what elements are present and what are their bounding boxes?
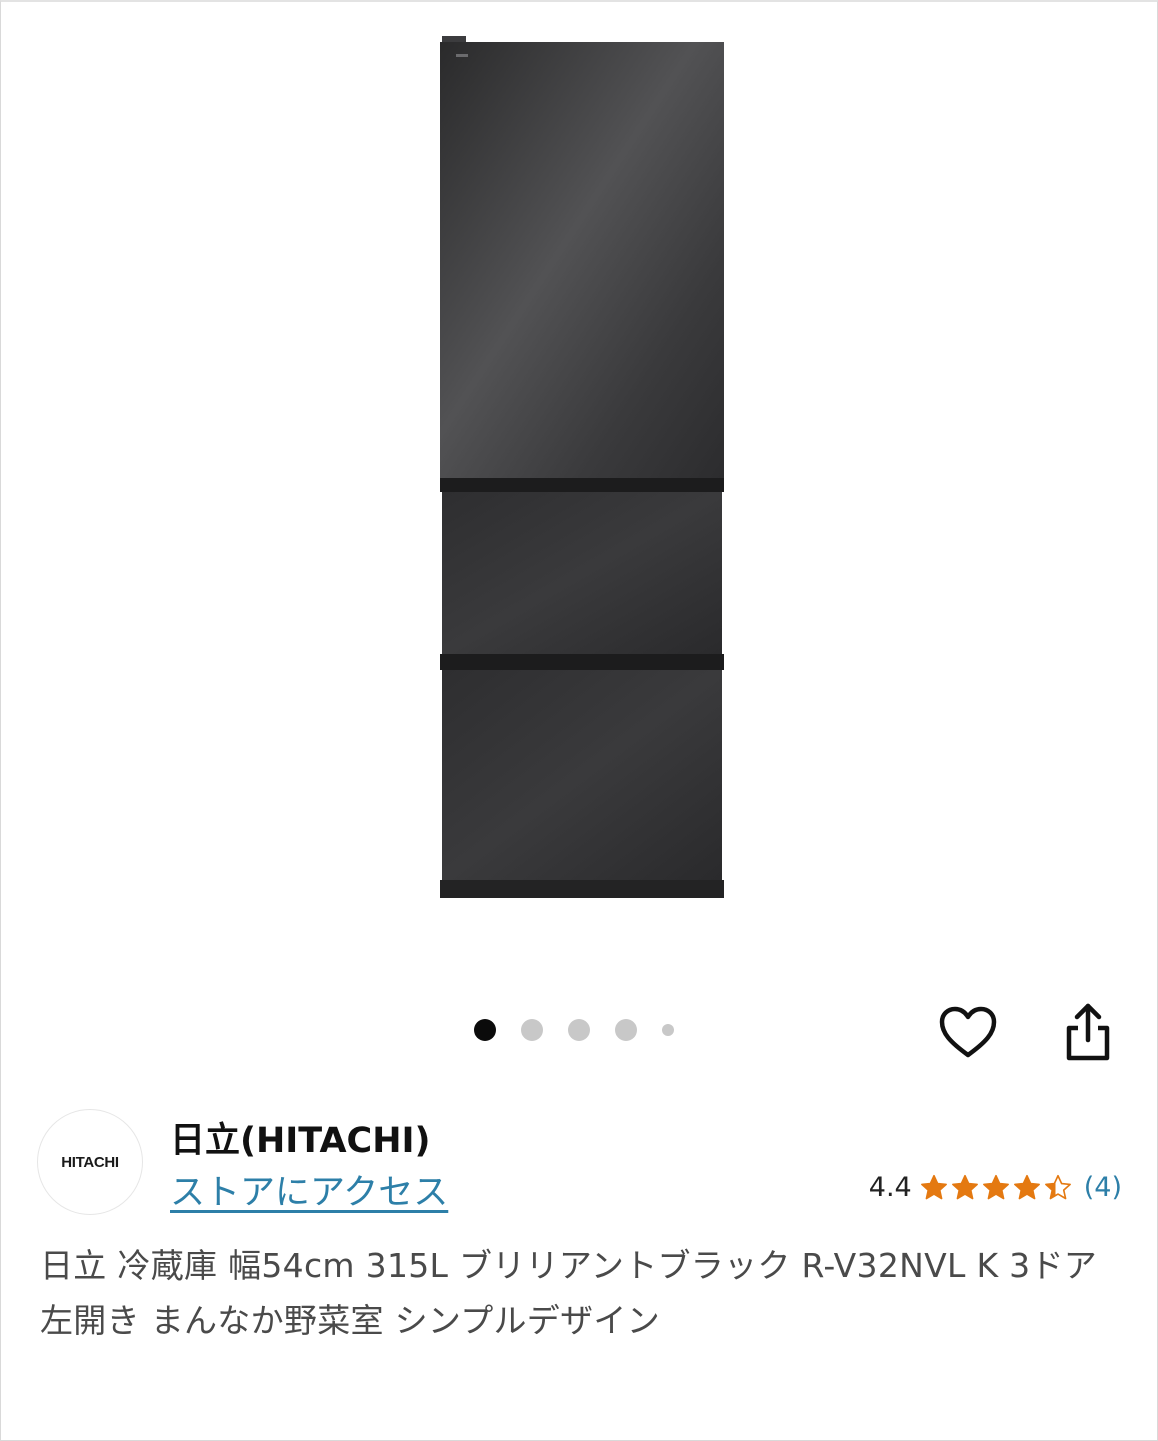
star-icon <box>1044 1174 1071 1199</box>
star-icon <box>920 1174 947 1199</box>
heart-icon <box>939 1006 997 1058</box>
rating[interactable]: 4.4 (4) <box>869 1172 1122 1203</box>
carousel-dot-2[interactable] <box>521 1019 543 1041</box>
rating-stars <box>920 1174 1072 1202</box>
share-button[interactable] <box>1053 998 1123 1068</box>
brand-name: 日立(HITACHI) <box>170 1121 431 1161</box>
store-link[interactable]: ストアにアクセス <box>170 1164 448 1215</box>
carousel-dot-3[interactable] <box>568 1019 590 1041</box>
carousel-dot-5[interactable] <box>662 1024 674 1036</box>
product-image <box>440 36 724 898</box>
carousel-dot-4[interactable] <box>615 1019 637 1041</box>
share-icon <box>1066 1003 1110 1061</box>
product-title: 日立 冷蔵庫 幅54cm 315L ブリリアントブラック R-V32NVL K … <box>40 1246 1098 1340</box>
star-icon <box>1013 1174 1040 1199</box>
favorite-button[interactable] <box>933 998 1003 1068</box>
star-icon <box>951 1174 978 1199</box>
star-icon <box>982 1174 1009 1199</box>
carousel-dot-1[interactable] <box>474 1019 496 1041</box>
brand-logo[interactable]: HITACHI <box>37 1109 143 1215</box>
rating-count[interactable]: (4) <box>1084 1172 1122 1203</box>
brand-logo-text: HITACHI <box>61 1153 119 1171</box>
product-image-carousel[interactable] <box>0 0 1158 1041</box>
carousel-dots <box>474 1019 699 1041</box>
rating-score: 4.4 <box>868 1172 912 1203</box>
